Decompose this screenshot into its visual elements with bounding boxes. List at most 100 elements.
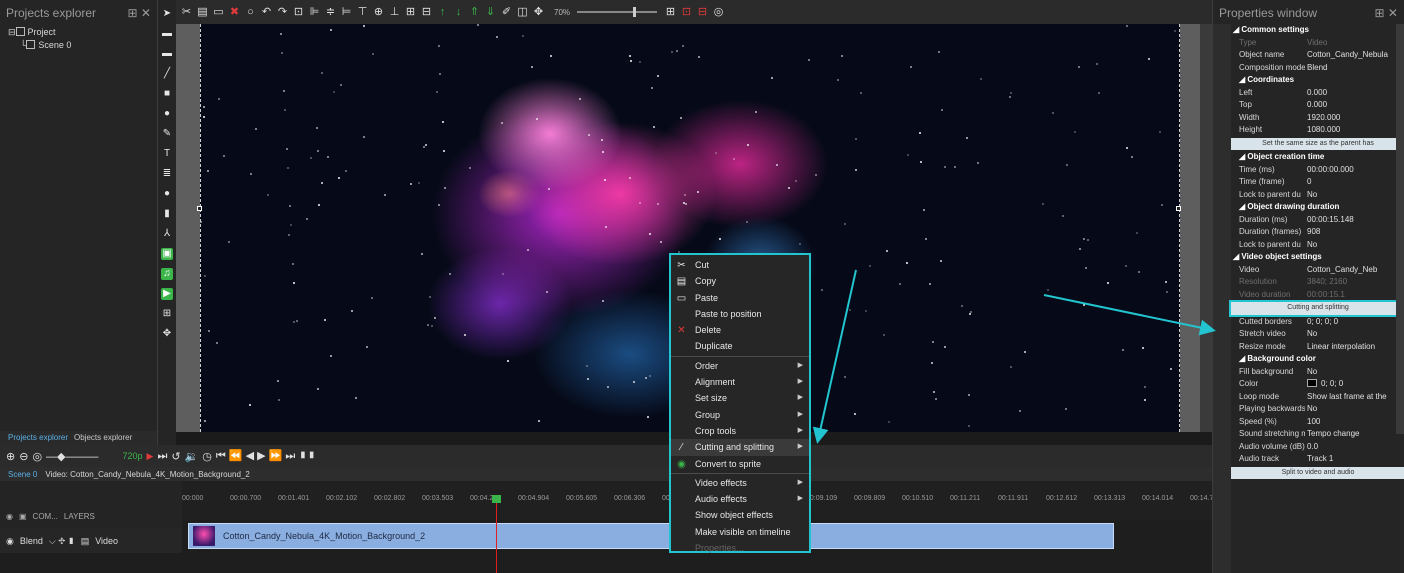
property-row[interactable]: Top 0.000 — [1231, 99, 1404, 112]
zoom-level[interactable]: 70% — [554, 8, 570, 17]
tab-objects-explorer[interactable]: Objects explorer — [74, 433, 132, 443]
property-row[interactable]: Lock to parent du No — [1231, 239, 1404, 252]
transport-controls[interactable]: ⏮ ⏪ ◀ ▶ ⏩ ⏭ ▮▮ — [216, 449, 316, 463]
property-value[interactable]: 00:00:15.148 — [1305, 214, 1404, 227]
property-row[interactable]: Height 1080.000 — [1231, 124, 1404, 137]
freehand-tool-icon[interactable]: ✎ — [161, 128, 173, 140]
menu-item-cutting-and-splitting[interactable]: ⁄ Cutting and splitting ▶ — [671, 439, 809, 456]
menu-item-cut[interactable]: ✂ Cut — [671, 257, 809, 273]
property-value[interactable]: No — [1305, 366, 1404, 379]
align-bottom-icon[interactable]: ⊥ — [388, 6, 401, 19]
property-row[interactable]: Audio track Track 1 — [1231, 453, 1404, 466]
menu-item-paste-to-position[interactable]: Paste to position — [671, 306, 809, 322]
panel-pin-close-icon[interactable]: ⊞ ✕ — [1375, 6, 1398, 20]
property-button[interactable]: Cutting and splitting — [1229, 300, 1404, 317]
tree-item-project[interactable]: ⊟ Project — [8, 26, 149, 39]
zoom-slider[interactable] — [577, 7, 658, 17]
property-value[interactable]: 0; 0; 0 — [1305, 378, 1404, 391]
loop-icon[interactable]: ↺ — [171, 450, 180, 463]
property-row[interactable]: Stretch video No — [1231, 328, 1404, 341]
zoom-out-icon[interactable]: ⊖ — [19, 450, 28, 463]
panel-pin-close-icon[interactable]: ⊞ ✕ — [128, 6, 151, 20]
property-value[interactable]: 00:00:00.000 — [1305, 164, 1404, 177]
property-row[interactable]: Type Video — [1231, 37, 1404, 50]
menu-item-make-visible-on-timeline[interactable]: Make visible on timeline — [671, 524, 809, 540]
move-tool-icon[interactable]: ✥ — [161, 328, 173, 340]
property-value[interactable]: Cotton_Candy_Neb — [1305, 264, 1404, 277]
menu-item-crop-tools[interactable]: Crop tools ▶ — [671, 423, 809, 439]
guides-icon[interactable]: ⊟ — [696, 6, 709, 19]
property-row[interactable]: Composition mode Blend — [1231, 62, 1404, 75]
property-value[interactable]: Video — [1305, 37, 1404, 50]
property-row[interactable]: Lock to parent du No — [1231, 189, 1404, 202]
tab-projects-explorer[interactable]: Projects explorer — [8, 433, 68, 443]
property-value[interactable]: No — [1305, 403, 1404, 416]
property-value[interactable]: No — [1305, 239, 1404, 252]
property-value[interactable]: 0.0 — [1305, 441, 1404, 454]
pointer-tool-icon[interactable]: ➤ — [161, 8, 173, 20]
property-section[interactable]: ◢ Background color — [1231, 353, 1404, 366]
property-section[interactable]: ◢ Object drawing duration — [1231, 201, 1404, 214]
canvas-vertical-scrollbar[interactable] — [1200, 24, 1212, 432]
property-row[interactable]: Time (ms) 00:00:00.000 — [1231, 164, 1404, 177]
rectangle-tool-icon[interactable]: ■ — [161, 88, 173, 100]
property-value[interactable]: 0 — [1305, 176, 1404, 189]
green-play-icon[interactable]: ▶ — [161, 288, 173, 300]
property-value[interactable]: 0; 0; 0; 0 — [1305, 316, 1404, 329]
align-top-icon[interactable]: ⊤ — [356, 6, 369, 19]
property-section[interactable]: ◢ Coordinates — [1231, 74, 1404, 87]
cut-icon[interactable]: ✂ — [180, 6, 193, 19]
property-row[interactable]: Resize mode Linear interpolation — [1231, 341, 1404, 354]
fullscreen-icon[interactable]: ⊡ — [292, 6, 305, 19]
chart-tool-icon[interactable]: ▮ — [161, 208, 173, 220]
sprite-tool-icon[interactable]: ● — [161, 188, 173, 200]
property-value[interactable]: 0.000 — [1305, 87, 1404, 100]
property-section[interactable]: ◢ Common settings — [1231, 24, 1404, 37]
stretch-icon[interactable]: ⊟ — [420, 6, 433, 19]
menu-item-audio-effects[interactable]: Audio effects ▶ — [671, 491, 809, 507]
menu-item-group[interactable]: Group ▶ — [671, 407, 809, 423]
property-value[interactable]: 100 — [1305, 416, 1404, 429]
image-object-icon[interactable]: ▬ — [161, 48, 173, 60]
menu-item-video-effects[interactable]: Video effects ▶ — [671, 475, 809, 491]
blend-mode-select[interactable]: Blend — [20, 536, 43, 546]
menu-item-set-size[interactable]: Set size ▶ — [671, 390, 809, 406]
send-back-icon[interactable]: ⇓ — [484, 6, 497, 19]
pan-icon[interactable]: ✥ — [532, 6, 545, 19]
align-left-icon[interactable]: ⊫ — [308, 6, 321, 19]
tab-video[interactable]: Video: Cotton_Candy_Nebula_4K_Motion_Bac… — [45, 470, 249, 479]
lock-icon[interactable]: ▣ — [19, 512, 27, 521]
property-row[interactable]: Resolution 3840; 2160 — [1231, 276, 1404, 289]
property-row[interactable]: Left 0.000 — [1231, 87, 1404, 100]
property-row[interactable]: Speed (%) 100 — [1231, 416, 1404, 429]
property-row[interactable]: Time (frame) 0 — [1231, 176, 1404, 189]
color-swatch[interactable] — [1307, 379, 1317, 387]
clock-icon[interactable]: ◷ — [202, 450, 212, 463]
property-value[interactable]: Blend — [1305, 62, 1404, 75]
property-row[interactable]: Cutted borders 0; 0; 0; 0 — [1231, 316, 1404, 329]
quality-select[interactable]: 720p — [123, 451, 143, 461]
video-object-icon[interactable]: ▬ — [161, 28, 173, 40]
snap-icon[interactable]: ⊡ — [680, 6, 693, 19]
property-value[interactable]: 0.000 — [1305, 99, 1404, 112]
green-audio-icon[interactable]: ♫ — [161, 268, 173, 280]
property-value[interactable]: Show last frame at the — [1305, 391, 1404, 404]
copy-icon[interactable]: ▤ — [196, 6, 209, 19]
property-row[interactable]: Sound stretching moTempo change — [1231, 428, 1404, 441]
line-tool-icon[interactable]: ╱ — [161, 68, 173, 80]
align-right-icon[interactable]: ⊨ — [340, 6, 353, 19]
property-section[interactable]: ◢ Video object settings — [1231, 251, 1404, 264]
delete-icon[interactable]: ✖ — [228, 6, 241, 19]
play-button[interactable]: ▶ — [147, 451, 154, 462]
grid-tool-icon[interactable]: ⊞ — [161, 308, 173, 320]
bring-front-icon[interactable]: ⇑ — [468, 6, 481, 19]
undo-icon[interactable]: ↶ — [260, 6, 273, 19]
menu-item-copy[interactable]: ▤ Copy — [671, 273, 809, 289]
track-eye-icon[interactable]: ◉ — [6, 536, 14, 547]
grid-icon[interactable]: ⊞ — [664, 6, 677, 19]
menu-item-duplicate[interactable]: Duplicate — [671, 338, 809, 354]
paste-icon[interactable]: ▭ — [212, 6, 225, 19]
property-row[interactable]: Color 0; 0; 0 — [1231, 378, 1404, 391]
fill-icon[interactable]: ◫ — [516, 6, 529, 19]
property-value[interactable]: Cotton_Candy_Nebula — [1305, 49, 1404, 62]
